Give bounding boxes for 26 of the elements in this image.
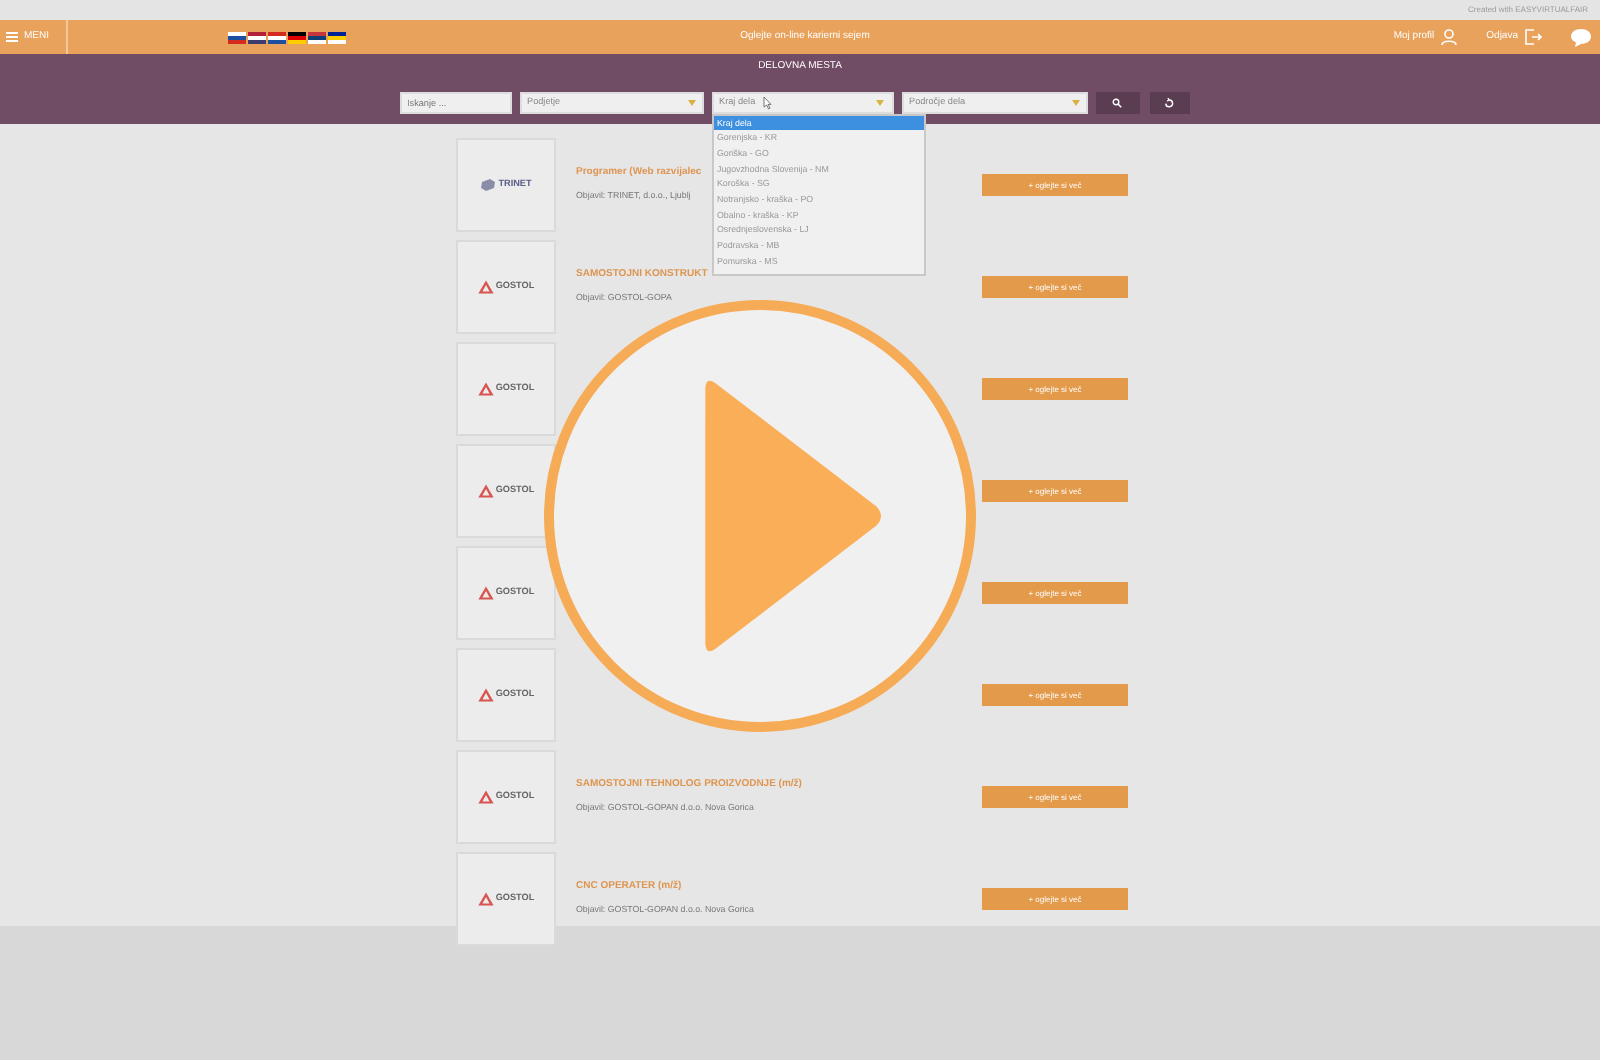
logo-icon — [477, 688, 494, 702]
search-button[interactable] — [1095, 91, 1139, 113]
flag-icon[interactable] — [267, 31, 285, 43]
user-icon — [1440, 28, 1459, 46]
flag-icon[interactable] — [227, 31, 245, 43]
play-icon — [702, 376, 886, 656]
logo-icon — [477, 790, 494, 804]
caret-icon — [876, 99, 885, 105]
logo-icon — [480, 178, 497, 192]
logo-icon — [477, 280, 494, 294]
reset-button[interactable] — [1149, 91, 1189, 113]
search-icon — [1112, 97, 1122, 107]
flag-icon[interactable] — [287, 31, 305, 43]
reset-icon — [1164, 97, 1174, 107]
caret-icon — [687, 99, 695, 105]
flag-icon[interactable] — [247, 31, 265, 43]
flag-icon[interactable] — [307, 31, 325, 43]
cursor-icon — [761, 95, 772, 109]
logo-icon — [477, 586, 494, 600]
caret-icon — [1071, 99, 1079, 105]
logo-icon — [477, 382, 494, 396]
flag-icon[interactable] — [327, 31, 345, 43]
menu-icon — [6, 32, 18, 42]
logout-icon — [1524, 28, 1542, 46]
logo-icon — [477, 892, 494, 906]
logo-icon — [477, 484, 494, 498]
